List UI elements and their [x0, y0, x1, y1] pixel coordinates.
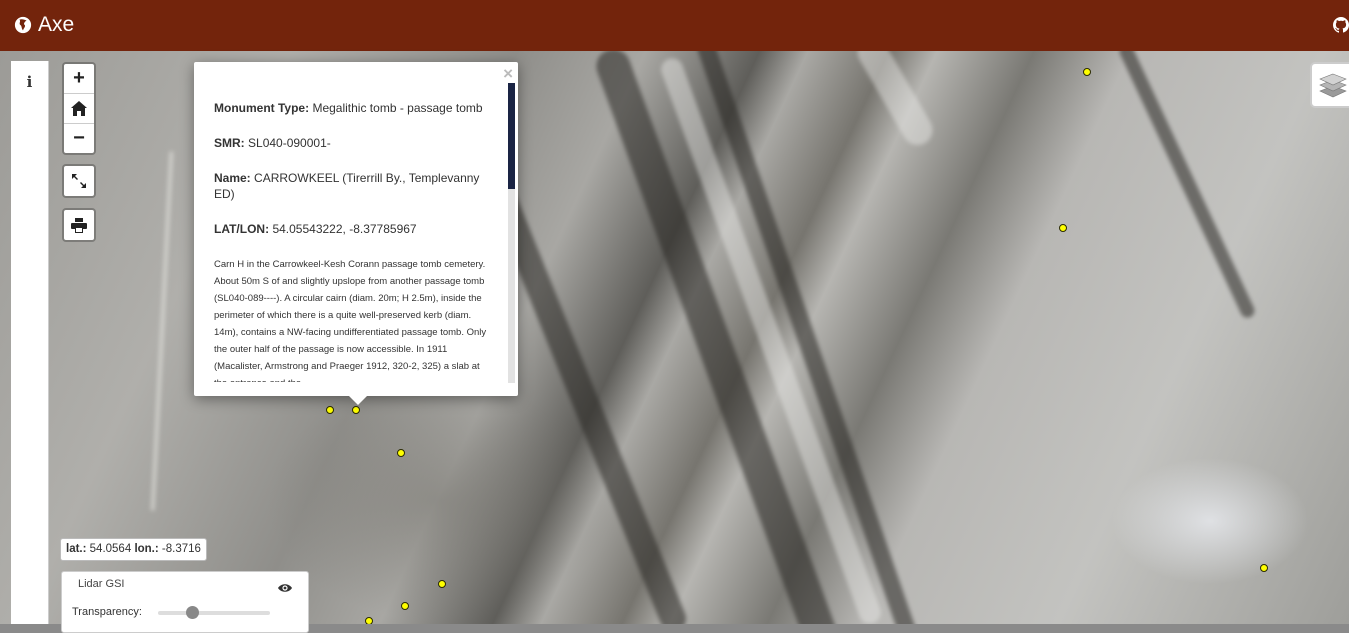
- globe-icon: [14, 16, 32, 34]
- zoom-in-button[interactable]: +: [64, 64, 94, 94]
- terrain-ridge: [1117, 51, 1257, 320]
- popup-close-button[interactable]: ×: [503, 64, 513, 84]
- github-icon[interactable]: [1333, 16, 1349, 34]
- layers-icon: [1319, 73, 1347, 98]
- info-button[interactable]: i: [11, 73, 48, 91]
- lat-label: lat.:: [66, 543, 87, 555]
- home-icon: [71, 101, 87, 117]
- popup-field-latlon: LAT/LON: 54.05543222, -8.37785967: [214, 221, 490, 237]
- monument-marker[interactable]: [397, 449, 405, 457]
- monument-marker[interactable]: [326, 406, 334, 414]
- field-value: 54.05543222, -8.37785967: [272, 222, 417, 236]
- field-label: SMR:: [214, 136, 245, 150]
- popup-content[interactable]: Monument Type: Megalithic tomb - passage…: [214, 92, 490, 382]
- popup-scrollbar-thumb[interactable]: [508, 83, 515, 189]
- terrain-track: [150, 151, 174, 511]
- field-value: CARROWKEEL (Tirerrill By., Templevanny E…: [214, 171, 480, 201]
- monument-marker[interactable]: [438, 580, 446, 588]
- coordinate-readout: lat.: 54.0564 lon.: -8.3716: [60, 538, 207, 561]
- eye-icon[interactable]: [278, 582, 292, 594]
- app-header: Axe: [0, 0, 1349, 51]
- popup-description: Carn H in the Carrowkeel-Kesh Corann pas…: [214, 259, 487, 382]
- transparency-slider[interactable]: [158, 606, 270, 619]
- layer-name: Lidar GSI: [78, 578, 125, 590]
- fullscreen-button[interactable]: [62, 164, 96, 198]
- field-label: Monument Type:: [214, 101, 310, 115]
- zoom-out-button[interactable]: −: [64, 124, 94, 153]
- field-value: SL040-090001-: [248, 136, 331, 150]
- terrain-ridge: [852, 51, 938, 151]
- monument-marker[interactable]: [1059, 224, 1067, 232]
- popup-field-smr: SMR: SL040-090001-: [214, 135, 490, 151]
- app-brand[interactable]: Axe: [14, 10, 74, 40]
- layers-button[interactable]: [1310, 62, 1349, 108]
- transparency-slider-handle[interactable]: [185, 606, 199, 619]
- sidebar-panel: i: [11, 61, 49, 624]
- monument-marker[interactable]: [1260, 564, 1268, 572]
- popup-field-name: Name: CARROWKEEL (Tirerrill By., Templev…: [214, 170, 490, 202]
- lon-value: -8.3716: [161, 543, 201, 555]
- fullscreen-icon: [72, 174, 86, 188]
- popup-scrollbar[interactable]: [508, 83, 515, 383]
- field-label: LAT/LON:: [214, 222, 270, 236]
- monument-popup: × Monument Type: Megalithic tomb - passa…: [194, 62, 518, 405]
- monument-marker[interactable]: [401, 602, 409, 610]
- print-button[interactable]: [62, 208, 96, 242]
- popup-tip: [348, 395, 368, 405]
- lon-label: lon.:: [134, 543, 159, 555]
- transparency-label: Transparency:: [72, 606, 142, 618]
- monument-marker[interactable]: [1083, 68, 1091, 76]
- home-button[interactable]: [64, 94, 94, 124]
- zoom-control: + −: [62, 62, 96, 155]
- field-value: Megalithic tomb - passage tomb: [312, 101, 483, 115]
- app-title: Axe: [38, 13, 75, 36]
- print-icon: [71, 217, 87, 233]
- monument-marker[interactable]: [365, 617, 373, 624]
- popup-field-monument-type: Monument Type: Megalithic tomb - passage…: [214, 100, 490, 116]
- field-label: Name:: [214, 171, 251, 185]
- lat-value: 54.0564: [89, 543, 132, 555]
- monument-marker[interactable]: [352, 406, 360, 414]
